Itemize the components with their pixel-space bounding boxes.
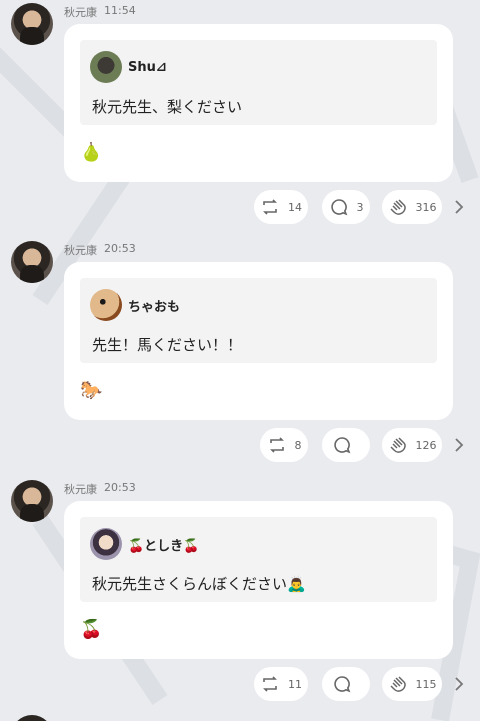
author-name[interactable]: 秋元康	[64, 4, 97, 20]
action-bar: 14 3 316	[0, 190, 480, 224]
retweet-icon	[269, 437, 284, 453]
clap-button[interactable]: 115	[382, 667, 442, 701]
author-avatar[interactable]	[11, 480, 53, 522]
comment-button[interactable]	[322, 428, 370, 462]
feed[interactable]: 秋元康 11:54 Shu⊿ 秋元先生、梨ください 🍐 14 3 316 秋元康…	[0, 0, 480, 721]
quoted-user-name: Shu⊿	[128, 59, 167, 75]
clap-count: 115	[415, 677, 437, 691]
chevron-right-icon[interactable]	[451, 198, 467, 216]
retweet-icon	[263, 199, 277, 215]
quoted-user-avatar	[90, 289, 122, 321]
post: 秋元康 11:54 Shu⊿ 秋元先生、梨ください 🍐 14 3 316	[0, 0, 480, 230]
comment-icon	[330, 199, 347, 216]
quoted-user[interactable]: Shu⊿	[90, 51, 167, 83]
clap-icon	[389, 437, 406, 453]
comment-icon	[334, 437, 351, 454]
post-card[interactable]: 🍒としき🍒 秋元先生さくらんぼください🙇‍♂️ 🍒	[64, 501, 453, 659]
clap-count: 126	[415, 438, 437, 452]
quoted-user[interactable]: 🍒としき🍒	[90, 528, 199, 560]
comment-icon	[334, 676, 351, 693]
retweet-icon	[263, 676, 277, 692]
comment-button[interactable]	[322, 667, 370, 701]
next-post-avatar[interactable]	[11, 715, 53, 721]
post-time: 11:54	[104, 4, 136, 17]
quoted-text: 秋元先生、梨ください	[92, 98, 243, 116]
retweet-count: 11	[288, 677, 302, 691]
retweet-button[interactable]: 11	[254, 667, 308, 701]
clap-icon	[389, 199, 406, 215]
post: 秋元康 20:53 ちゃおも 先生！馬ください！！ 🐎 8 126	[0, 238, 480, 468]
quoted-post[interactable]: 🍒としき🍒 秋元先生さくらんぼください🙇‍♂️	[80, 517, 437, 602]
quoted-text: 先生！馬ください！！	[92, 336, 243, 354]
reply-emoji: 🍒	[80, 619, 103, 640]
retweet-count: 8	[294, 438, 302, 452]
chevron-right-icon[interactable]	[451, 436, 467, 454]
author-line: 秋元康 20:53	[64, 481, 136, 497]
quoted-user-avatar	[90, 51, 122, 83]
author-avatar[interactable]	[11, 3, 53, 45]
clap-button[interactable]: 126	[382, 428, 442, 462]
post-time: 20:53	[104, 242, 136, 255]
clap-icon	[389, 676, 406, 692]
comment-count: 3	[356, 200, 364, 214]
quoted-user-name: ちゃおも	[128, 299, 181, 315]
author-name[interactable]: 秋元康	[64, 481, 97, 497]
author-name[interactable]: 秋元康	[64, 242, 97, 258]
post: 秋元康 20:53 🍒としき🍒 秋元先生さくらんぼください🙇‍♂️ 🍒 11	[0, 477, 480, 707]
retweet-button[interactable]: 14	[254, 190, 308, 224]
author-avatar[interactable]	[11, 241, 53, 283]
quoted-user-name: 🍒としき🍒	[128, 538, 200, 554]
comment-button[interactable]: 3	[322, 190, 370, 224]
quoted-post[interactable]: ちゃおも 先生！馬ください！！	[80, 278, 437, 363]
retweet-count: 14	[288, 200, 302, 214]
clap-button[interactable]: 316	[382, 190, 442, 224]
quoted-post[interactable]: Shu⊿ 秋元先生、梨ください	[80, 40, 437, 125]
post-card[interactable]: ちゃおも 先生！馬ください！！ 🐎	[64, 262, 453, 420]
quoted-user[interactable]: ちゃおも	[90, 289, 180, 321]
action-bar: 8 126	[0, 428, 480, 462]
clap-count: 316	[415, 200, 437, 214]
chevron-right-icon[interactable]	[451, 675, 467, 693]
action-bar: 11 115	[0, 667, 480, 701]
post-time: 20:53	[104, 481, 136, 494]
quoted-user-avatar	[90, 528, 122, 560]
reply-emoji: 🍐	[80, 142, 103, 163]
author-line: 秋元康 11:54	[64, 4, 136, 20]
retweet-button[interactable]: 8	[260, 428, 308, 462]
post-card[interactable]: Shu⊿ 秋元先生、梨ください 🍐	[64, 24, 453, 182]
quoted-text: 秋元先生さくらんぼください🙇‍♂️	[92, 575, 306, 593]
author-line: 秋元康 20:53	[64, 242, 136, 258]
reply-emoji: 🐎	[80, 380, 103, 401]
